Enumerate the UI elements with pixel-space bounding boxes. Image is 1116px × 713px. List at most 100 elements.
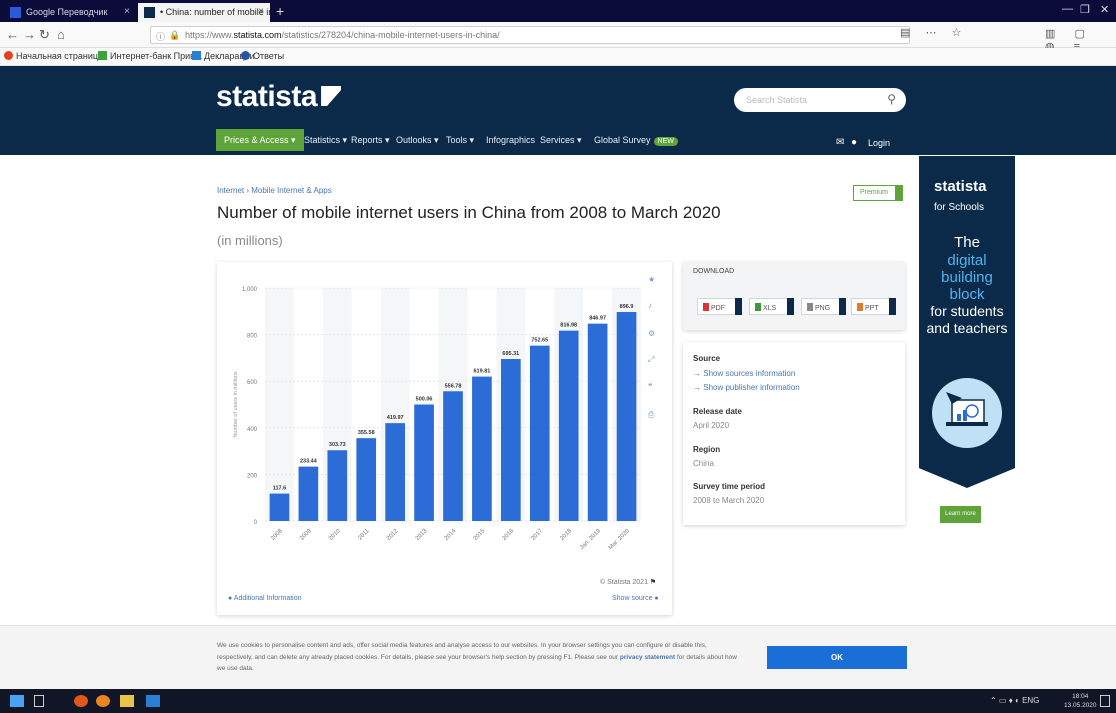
- nav-label: Global Survey: [594, 135, 651, 145]
- chart-bar: [443, 391, 463, 521]
- opera-icon[interactable]: [74, 695, 88, 707]
- search-input[interactable]: Search Statista ⚲: [734, 88, 906, 112]
- quote-icon[interactable]: ❝: [648, 382, 652, 391]
- bookmark-item[interactable]: Интернет-банк Прив...: [98, 51, 202, 61]
- url-path: /statistics/278204/china-mobile-internet…: [281, 30, 500, 40]
- bar-value-label: 233.44: [300, 459, 318, 465]
- home-icon[interactable]: ⌂: [57, 27, 65, 42]
- nav-infographics[interactable]: Infographics: [486, 135, 535, 145]
- learn-more-button[interactable]: Learn more: [940, 506, 981, 523]
- lock-icon: 🔒: [169, 30, 181, 40]
- close-tab-icon[interactable]: ×: [258, 6, 264, 17]
- show-source-link[interactable]: Show source ●: [612, 595, 659, 602]
- taskbar-clock[interactable]: 18:04 13.05.2020: [1064, 692, 1097, 710]
- download-xls-button[interactable]: XLS: [749, 298, 794, 315]
- x-tick-label: 2015: [473, 528, 487, 542]
- system-tray-icons[interactable]: ⌃ ▭ ♦ ◐ ENG: [990, 696, 1039, 705]
- site-info-icon[interactable]: ⓘ: [156, 30, 165, 43]
- minimize-icon[interactable]: —: [1062, 3, 1073, 15]
- firefox-icon[interactable]: [96, 695, 110, 707]
- login-link[interactable]: Login: [868, 138, 890, 148]
- x-tick-label: 2017: [530, 528, 544, 542]
- bar-value-label: 752.65: [531, 338, 548, 344]
- start-icon[interactable]: [10, 695, 24, 707]
- x-tick-label: 2013: [415, 528, 429, 542]
- forward-icon[interactable]: →: [23, 27, 36, 42]
- page-actions-icon[interactable]: ▤ ⋯ ☆: [900, 26, 967, 39]
- bookmark-label: Интернет-банк Прив...: [110, 51, 203, 61]
- site-header: statista Search Statista ⚲ Prices & Acces…: [0, 66, 1116, 155]
- show-publisher-link[interactable]: → Show publisher information: [693, 383, 800, 392]
- new-tab-icon[interactable]: +: [276, 3, 284, 19]
- browser-tab-active[interactable]: • China: number of mobile in... ×: [138, 3, 270, 22]
- source-label: Source: [693, 354, 721, 363]
- user-icon[interactable]: ●: [851, 137, 857, 148]
- windows-taskbar: ⌃ ▭ ♦ ◐ ENG 18:04 13.05.2020: [0, 689, 1116, 713]
- file-explorer-icon[interactable]: [120, 695, 134, 707]
- breadcrumb[interactable]: Internet › Mobile Internet & Apps: [217, 186, 332, 195]
- release-date-label: Release date: [693, 407, 742, 416]
- ppt-file-icon: [857, 303, 863, 311]
- x-tick-label: Jan. 2019: [579, 528, 602, 551]
- download-png-button[interactable]: PNG: [801, 298, 846, 315]
- browser-tab[interactable]: Google Переводчик ×: [4, 3, 136, 22]
- chart-bar: [501, 358, 521, 521]
- nav-outlooks[interactable]: Outlooks ▾: [396, 135, 439, 146]
- task-view-icon[interactable]: [34, 695, 44, 707]
- settings-icon[interactable]: ⚙: [648, 329, 655, 338]
- format-label: PNG: [815, 305, 831, 312]
- nav-global-survey[interactable]: Global Survey NEW: [594, 135, 678, 146]
- mail-icon[interactable]: ✉: [836, 137, 844, 148]
- main-nav: Prices & Access ▾ Statistics ▾ Reports ▾…: [0, 129, 1116, 151]
- word-icon[interactable]: [146, 695, 160, 707]
- ppt-lock-icon: [889, 298, 896, 315]
- bar-value-label: 303.73: [329, 442, 346, 448]
- download-title: DOWNLOAD: [693, 268, 735, 275]
- y-axis-label: Number of users in millions: [233, 371, 239, 438]
- bookmark-item[interactable]: Начальная страница: [4, 51, 103, 61]
- maximize-icon[interactable]: ❐: [1080, 3, 1090, 16]
- search-icon[interactable]: ⚲: [887, 92, 896, 106]
- nav-label: Prices & Access: [224, 135, 289, 145]
- xls-file-icon: [755, 303, 761, 311]
- bar-value-label: 846.97: [589, 316, 606, 322]
- pdf-lock-icon: [735, 298, 742, 315]
- close-window-icon[interactable]: ✕: [1100, 3, 1109, 16]
- search-placeholder: Search Statista: [746, 95, 808, 105]
- bookmark-icon: [241, 51, 250, 60]
- link-label: Show sources information: [703, 369, 796, 378]
- premium-badge[interactable]: Premium: [853, 185, 904, 201]
- nav-tools[interactable]: Tools ▾: [446, 135, 474, 146]
- nav-services[interactable]: Services ▾: [540, 135, 582, 146]
- favorite-star-icon[interactable]: ★: [648, 275, 655, 284]
- close-tab-icon[interactable]: ×: [124, 6, 130, 17]
- link-label: Show publisher information: [703, 383, 800, 392]
- back-icon[interactable]: ←: [6, 27, 19, 42]
- nav-prices-access[interactable]: Prices & Access ▾: [216, 129, 304, 151]
- fullscreen-icon[interactable]: ⤢: [648, 355, 654, 365]
- x-tick-label: 2018: [559, 528, 573, 542]
- page-subtitle: (in millions): [217, 233, 283, 248]
- privacy-statement-link[interactable]: privacy statement: [620, 654, 675, 661]
- browser-toolbar: ← → ↻ ⌂ ⓘ 🔒 https://www.statista.com/sta…: [0, 22, 1116, 53]
- notifications-icon[interactable]: [1100, 695, 1110, 707]
- download-pdf-button[interactable]: PDF: [697, 298, 742, 315]
- cookie-ok-button[interactable]: OK: [767, 646, 907, 669]
- bell-icon[interactable]: ♪: [648, 301, 652, 310]
- print-icon[interactable]: ⎙: [648, 410, 654, 420]
- statista-logo[interactable]: statista: [216, 80, 342, 114]
- bookmark-item[interactable]: Ответы: [241, 51, 284, 61]
- schools-ad-banner[interactable]: statista for Schools The digital buildin…: [919, 156, 1015, 488]
- bookmark-icon: [192, 51, 201, 60]
- nav-reports[interactable]: Reports ▾: [351, 135, 390, 146]
- show-sources-link[interactable]: → Show sources information: [693, 369, 795, 378]
- url-bar[interactable]: ⓘ 🔒 https://www.statista.com/statistics/…: [150, 26, 910, 44]
- chart-bar: [269, 493, 290, 521]
- chart-bar: [529, 345, 550, 521]
- nav-statistics[interactable]: Statistics ▾: [304, 135, 347, 146]
- download-ppt-button[interactable]: PPT: [851, 298, 896, 315]
- bar-value-label: 896.9: [620, 304, 634, 310]
- reload-icon[interactable]: ↻: [39, 27, 50, 43]
- y-tick-label: 1,000: [242, 287, 258, 293]
- additional-info-link[interactable]: ● Additional Information: [228, 595, 302, 602]
